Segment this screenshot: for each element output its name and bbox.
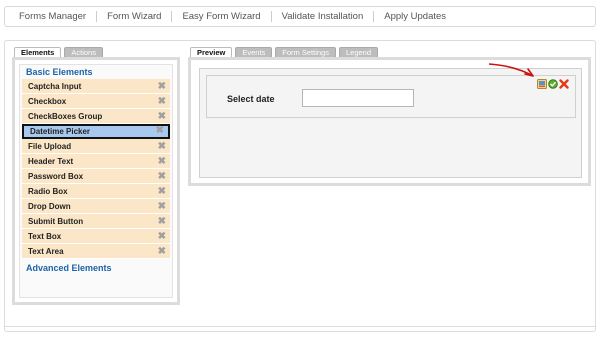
elements-list: Basic Elements Captcha Input ✖ Checkbox ✖ … bbox=[19, 64, 173, 298]
date-input[interactable] bbox=[302, 89, 414, 107]
element-drop-down[interactable]: Drop Down ✖ bbox=[22, 199, 170, 214]
element-label: CheckBoxes Group bbox=[28, 112, 103, 121]
element-label: Captcha Input bbox=[28, 82, 82, 91]
section-basic-elements[interactable]: Basic Elements bbox=[20, 65, 172, 79]
element-password-box[interactable]: Password Box ✖ bbox=[22, 169, 170, 184]
element-captcha-input[interactable]: Captcha Input ✖ bbox=[22, 79, 170, 94]
element-text-box[interactable]: Text Box ✖ bbox=[22, 229, 170, 244]
remove-icon[interactable]: ✖ bbox=[158, 184, 166, 199]
remove-icon[interactable]: ✖ bbox=[158, 154, 166, 169]
element-label: Header Text bbox=[28, 157, 74, 166]
menu-form-wizard[interactable]: Form Wizard bbox=[97, 11, 173, 22]
element-label: Drop Down bbox=[28, 202, 71, 211]
element-checkboxes-group[interactable]: CheckBoxes Group ✖ bbox=[22, 109, 170, 124]
element-label: Submit Button bbox=[28, 217, 84, 226]
menu-validate-installation[interactable]: Validate Installation bbox=[272, 11, 375, 22]
element-label: Password Box bbox=[28, 172, 84, 181]
top-menu: Forms Manager Form Wizard Easy Form Wiza… bbox=[4, 6, 596, 27]
element-label: Checkbox bbox=[28, 97, 67, 106]
field-label: Select date bbox=[227, 94, 275, 104]
element-datetime-picker[interactable]: Datetime Picker ✖ bbox=[22, 124, 170, 139]
elements-panel: Basic Elements Captcha Input ✖ Checkbox ✖ … bbox=[12, 57, 180, 305]
section-advanced-elements[interactable]: Advanced Elements bbox=[20, 261, 172, 275]
annotation-arrow-icon bbox=[488, 63, 534, 77]
element-submit-button[interactable]: Submit Button ✖ bbox=[22, 214, 170, 229]
element-label: File Upload bbox=[28, 142, 72, 151]
element-label: Radio Box bbox=[28, 187, 68, 196]
settings-icon[interactable] bbox=[548, 79, 558, 89]
bottom-divider bbox=[4, 326, 596, 327]
element-header-text[interactable]: Header Text ✖ bbox=[22, 154, 170, 169]
delete-icon[interactable] bbox=[559, 79, 569, 89]
element-label: Datetime Picker bbox=[30, 127, 91, 136]
row-tools bbox=[537, 79, 569, 89]
remove-icon[interactable]: ✖ bbox=[158, 229, 166, 244]
element-file-upload[interactable]: File Upload ✖ bbox=[22, 139, 170, 154]
element-label: Text Area bbox=[28, 247, 64, 256]
remove-icon[interactable]: ✖ bbox=[158, 199, 166, 214]
remove-icon[interactable]: ✖ bbox=[156, 125, 164, 137]
element-label: Text Box bbox=[28, 232, 62, 241]
menu-forms-manager[interactable]: Forms Manager bbox=[5, 11, 98, 22]
element-text-area[interactable]: Text Area ✖ bbox=[22, 244, 170, 259]
remove-icon[interactable]: ✖ bbox=[158, 94, 166, 109]
menu-apply-updates[interactable]: Apply Updates bbox=[374, 11, 456, 22]
remove-icon[interactable]: ✖ bbox=[158, 214, 166, 229]
remove-icon[interactable]: ✖ bbox=[158, 169, 166, 184]
element-radio-box[interactable]: Radio Box ✖ bbox=[22, 184, 170, 199]
remove-icon[interactable]: ✖ bbox=[158, 244, 166, 259]
remove-icon[interactable]: ✖ bbox=[158, 79, 166, 94]
remove-icon[interactable]: ✖ bbox=[158, 109, 166, 124]
remove-icon[interactable]: ✖ bbox=[158, 139, 166, 154]
element-checkbox[interactable]: Checkbox ✖ bbox=[22, 94, 170, 109]
menu-easy-form-wizard[interactable]: Easy Form Wizard bbox=[172, 11, 272, 22]
